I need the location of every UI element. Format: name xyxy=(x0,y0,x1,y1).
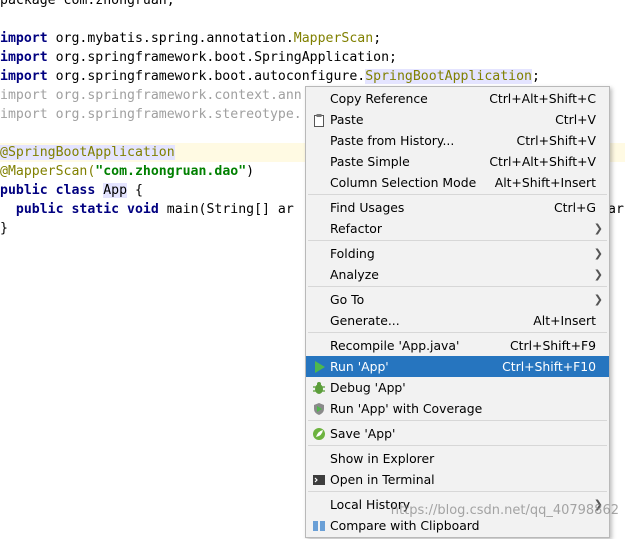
menu-separator xyxy=(308,240,607,241)
code-line-class-declaration: public class App { xyxy=(0,183,143,198)
menu-item-paste-from-history[interactable]: Paste from History... Ctrl+Shift+V xyxy=(306,130,609,151)
clipboard-icon xyxy=(312,112,326,127)
menu-separator xyxy=(308,445,607,446)
code-line-import-mapperscan: import org.mybatis.spring.annotation.Map… xyxy=(0,31,382,46)
code-line-main-method-tail: ar xyxy=(608,202,624,217)
menu-separator xyxy=(308,194,607,195)
menu-item-open-in-terminal[interactable]: Open in Terminal xyxy=(306,469,609,490)
code-line-main-method: public static void main(String[] ar xyxy=(15,202,294,217)
submenu-arrow-icon: ❯ xyxy=(593,247,603,260)
menu-item-generate[interactable]: Generate... Alt+Insert xyxy=(306,310,609,331)
menu-item-show-in-explorer[interactable]: Show in Explorer xyxy=(306,448,609,469)
menu-item-analyze[interactable]: Analyze ❯ xyxy=(306,264,609,285)
submenu-arrow-icon: ❯ xyxy=(593,293,603,306)
menu-item-paste[interactable]: Paste Ctrl+V xyxy=(306,109,609,130)
menu-item-paste-simple[interactable]: Paste Simple Ctrl+Alt+Shift+V xyxy=(306,151,609,172)
menu-item-run-app[interactable]: Run 'App' Ctrl+Shift+F10 xyxy=(306,356,609,377)
menu-item-save-app[interactable]: Save 'App' xyxy=(306,423,609,444)
terminal-icon xyxy=(312,472,326,486)
submenu-arrow-icon: ❯ xyxy=(593,222,603,235)
submenu-arrow-icon: ❯ xyxy=(593,268,603,281)
code-line-closing-brace: } xyxy=(0,221,8,236)
menu-separator xyxy=(308,286,607,287)
menu-item-recompile[interactable]: Recompile 'App.java' Ctrl+Shift+F9 xyxy=(306,335,609,356)
menu-item-copy-reference[interactable]: Copy Reference Ctrl+Alt+Shift+C xyxy=(306,88,609,109)
menu-item-run-with-coverage[interactable]: Run 'App' with Coverage xyxy=(306,398,609,419)
context-menu: Copy Reference Ctrl+Alt+Shift+C Paste Ctrl… xyxy=(305,86,610,538)
code-line-mapperscan-annotation: @MapperScan("com.zhongruan.dao") xyxy=(0,164,255,179)
code-line-import-springbootapplication: import org.springframework.boot.autoconf… xyxy=(0,69,540,84)
menu-separator xyxy=(308,420,607,421)
code-line-import-stereotype: import org.springframework.stereotype. xyxy=(0,107,302,122)
coverage-shield-icon xyxy=(312,401,326,415)
compare-icon xyxy=(312,518,326,532)
menu-separator xyxy=(308,491,607,492)
menu-item-debug-app[interactable]: Debug 'App' xyxy=(306,377,609,398)
debug-bug-icon xyxy=(312,380,326,394)
spring-leaf-icon xyxy=(312,426,326,440)
code-line-import-springapplication: import org.springframework.boot.SpringAp… xyxy=(0,50,397,65)
menu-item-refactor[interactable]: Refactor ❯ xyxy=(306,218,609,239)
watermark: https://blog.csdn.net/qq_40798862 xyxy=(390,503,619,518)
code-line-springbootapplication-annotation: @SpringBootApplication xyxy=(0,145,175,160)
menu-item-go-to[interactable]: Go To ❯ xyxy=(306,289,609,310)
code-line-import-context: import org.springframework.context.ann xyxy=(0,88,302,103)
menu-item-column-selection-mode[interactable]: Column Selection Mode Alt+Shift+Insert xyxy=(306,172,609,193)
run-icon xyxy=(312,359,326,373)
menu-item-folding[interactable]: Folding ❯ xyxy=(306,243,609,264)
code-line-package: package com.zhongruan; xyxy=(0,0,175,8)
menu-separator xyxy=(308,332,607,333)
menu-item-find-usages[interactable]: Find Usages Ctrl+G xyxy=(306,197,609,218)
